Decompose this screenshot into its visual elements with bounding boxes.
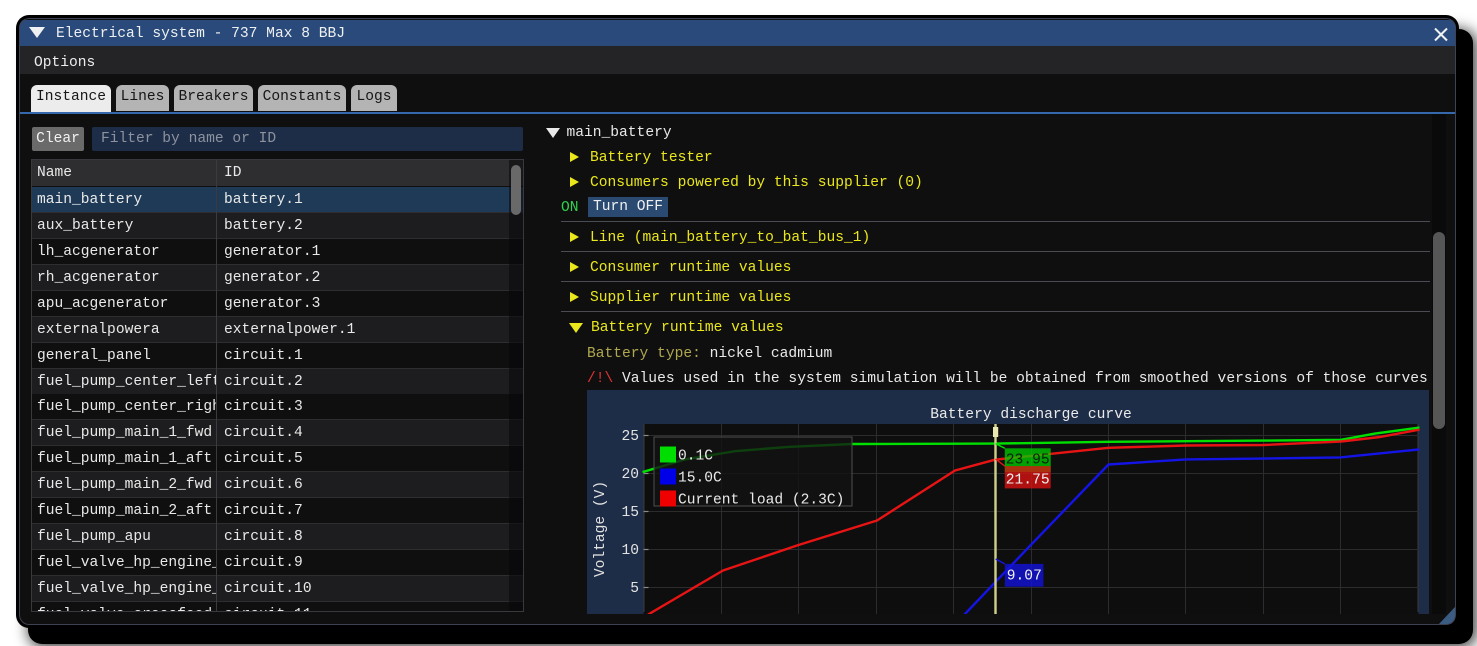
svg-text:Voltage (V): Voltage (V) xyxy=(593,481,609,577)
svg-text:15.0C: 15.0C xyxy=(678,471,722,487)
svg-text:21.75: 21.75 xyxy=(1006,473,1050,489)
svg-text:Battery discharge curve: Battery discharge curve xyxy=(930,407,1131,423)
svg-text:23.95: 23.95 xyxy=(1006,453,1050,469)
svg-text:20: 20 xyxy=(621,467,639,483)
svg-text:5: 5 xyxy=(630,581,639,597)
svg-text:10: 10 xyxy=(621,543,639,559)
svg-text:0.1C: 0.1C xyxy=(678,449,713,465)
svg-text:15: 15 xyxy=(621,505,639,521)
svg-text:Current load (2.3C): Current load (2.3C) xyxy=(678,493,844,509)
svg-text:25: 25 xyxy=(621,429,639,445)
svg-text:9.07: 9.07 xyxy=(1007,569,1042,585)
